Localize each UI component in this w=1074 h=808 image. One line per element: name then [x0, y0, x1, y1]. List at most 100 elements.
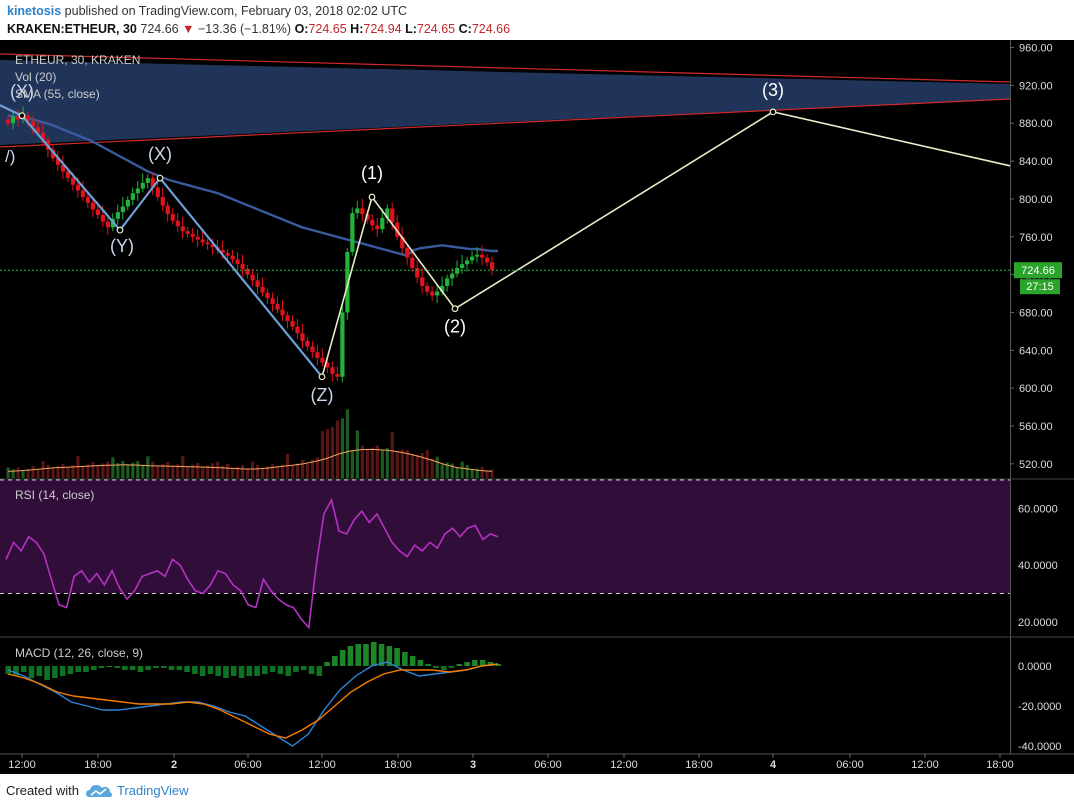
candle-body: [135, 188, 140, 194]
volume-bar: [385, 448, 389, 478]
wave-label: (3): [762, 80, 784, 100]
candle-body: [255, 280, 260, 287]
volume-bar: [16, 467, 20, 478]
time-tick-label: 12:00: [8, 759, 36, 771]
candle-body: [250, 274, 255, 281]
volume-bar: [455, 467, 459, 478]
volume-bar: [211, 463, 215, 478]
wave-label: (2): [444, 317, 466, 337]
volume-bar: [186, 466, 190, 478]
volume-bar: [425, 450, 429, 478]
low-label: L:: [405, 22, 417, 36]
wave-label: (Y): [110, 236, 134, 256]
volume-bar: [151, 461, 155, 478]
macd-histogram-bar: [262, 666, 268, 674]
macd-histogram-bar: [90, 666, 97, 670]
volume-bar: [290, 465, 295, 478]
volume-bar: [31, 465, 35, 478]
candle-body: [170, 214, 175, 221]
macd-histogram-bar: [440, 666, 447, 670]
volume-bar: [440, 464, 444, 478]
candle-body: [160, 197, 165, 206]
publish-line: kinetosis published on TradingView.com, …: [7, 4, 407, 18]
macd-histogram-bar: [215, 666, 221, 676]
candle-body: [450, 273, 455, 279]
wave-pivot-marker: [368, 193, 376, 201]
footer: Created with TradingView: [0, 774, 1074, 808]
wave-pivot-marker: [769, 108, 777, 116]
macd-histogram-bar: [324, 662, 330, 666]
volume-bar: [66, 467, 70, 478]
volume-bar: [335, 420, 340, 478]
volume-bar: [250, 461, 255, 478]
volume-bar: [350, 451, 354, 478]
candle-body: [165, 205, 170, 215]
volume-bar: [41, 461, 45, 478]
volume-bar: [365, 449, 369, 478]
candle-body: [175, 220, 180, 227]
macd-histogram-bar: [176, 666, 183, 670]
macd-histogram-bar: [339, 650, 346, 666]
candle-body: [435, 291, 440, 296]
candle-body: [120, 206, 125, 213]
candle-body: [295, 326, 300, 334]
candle-body: [355, 208, 360, 214]
macd-histogram-bar: [269, 666, 276, 672]
macd-histogram-bar: [199, 666, 206, 676]
volume-bar: [156, 465, 160, 478]
candle-body: [240, 264, 245, 269]
candle-body: [415, 267, 420, 278]
volume-bar: [480, 466, 484, 478]
wave-pivot-marker: [18, 112, 26, 120]
low-value: 724.65: [416, 22, 456, 36]
candle-body: [470, 256, 475, 261]
macd-histogram-bar: [448, 666, 455, 668]
candle-body: [490, 262, 495, 270]
macd-histogram-bar: [277, 666, 284, 674]
macd-histogram-bar: [254, 666, 260, 676]
candle-body: [280, 309, 285, 316]
macd-histogram-bar: [347, 646, 354, 666]
countdown-label: 27:15: [1026, 281, 1054, 293]
tradingview-brand[interactable]: TradingView: [117, 783, 189, 798]
macd-pane-title: MACD (12, 26, close, 9): [15, 646, 143, 660]
candle-body: [10, 116, 16, 124]
wave-pivot-marker: [156, 174, 164, 182]
candle-body: [145, 178, 150, 183]
volume-bar: [91, 462, 95, 478]
candle-body: [270, 298, 275, 304]
macd-histogram-bar: [122, 666, 128, 670]
tradingview-cloud-icon[interactable]: [86, 783, 112, 799]
macd-line: [7, 661, 499, 747]
chart-svg[interactable]: (X)(Y)(X)(Z)(1)(2)(3)/)960.00920.00880.0…: [0, 40, 1074, 774]
volume-bar: [141, 465, 145, 478]
price-tick-label: 920.00: [1019, 80, 1053, 92]
volume-bar: [375, 445, 379, 478]
volume-bar: [430, 458, 434, 478]
macd-histogram-bar: [425, 664, 431, 666]
time-tick-label: 06:00: [836, 759, 864, 771]
volume-bar: [465, 465, 469, 478]
volume-bar: [136, 461, 140, 478]
volume-bar: [81, 466, 85, 478]
macd-histogram-bar: [59, 666, 66, 676]
candle-body: [320, 357, 325, 363]
author-link[interactable]: kinetosis: [7, 4, 61, 18]
time-tick-label: 2: [171, 759, 177, 771]
candle-body: [125, 199, 130, 207]
price-tick-label: 800.00: [1019, 194, 1053, 206]
volume-bar: [410, 454, 414, 478]
macd-histogram-bar: [316, 666, 323, 676]
chart-area[interactable]: (X) (Y) (X) (Z) (1) (2) (3)/) 960.00 920.00 880.0…: [0, 40, 1074, 774]
macd-histogram-bar: [145, 666, 151, 670]
macd-histogram-bar: [285, 666, 291, 676]
symbol-label: KRAKEN:ETHEUR, 30: [7, 22, 137, 36]
macd-histogram-bar: [230, 666, 237, 676]
macd-histogram-bar: [28, 666, 35, 678]
volume-bar: [260, 469, 265, 478]
volume-bar: [275, 466, 280, 478]
macd-histogram-bar: [456, 664, 463, 666]
volume-bar: [6, 467, 10, 478]
macd-histogram-bar: [184, 666, 190, 672]
volume-bar: [460, 461, 464, 478]
